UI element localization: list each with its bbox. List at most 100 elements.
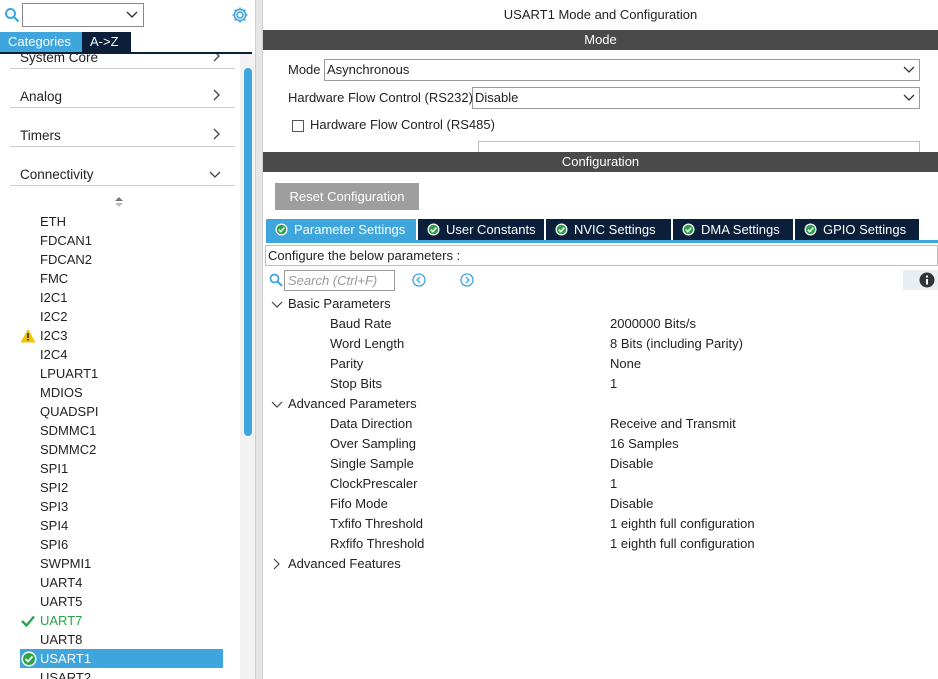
parameter-group-label: Basic Parameters xyxy=(288,296,391,311)
parameter-search-input[interactable]: Search (Ctrl+F) xyxy=(284,270,395,291)
info-panel[interactable] xyxy=(903,270,938,290)
list-item[interactable]: QUADSPI xyxy=(40,402,99,421)
group-label: Timers xyxy=(20,128,61,143)
list-item[interactable]: LPUART1 xyxy=(40,364,98,383)
parameter-row[interactable]: Word Length 8 Bits (including Parity) xyxy=(263,334,938,354)
list-item[interactable]: SDMMC1 xyxy=(40,421,96,440)
list-item-label: FDCAN1 xyxy=(40,233,93,248)
list-item-label: UART7 xyxy=(40,613,83,628)
parameter-row[interactable]: Rxfifo Threshold 1 eighth full configurat… xyxy=(263,534,938,554)
panel-splitter[interactable] xyxy=(255,0,263,679)
list-item-label: SWPMI1 xyxy=(40,556,92,571)
config-panel: USART1 Mode and Configuration Mode Mode … xyxy=(263,0,938,679)
reset-configuration-button[interactable]: Reset Configuration xyxy=(275,183,419,210)
parameter-row[interactable]: Parity None xyxy=(263,354,938,374)
list-item[interactable]: MDIOS xyxy=(40,383,83,402)
config-tabs: Parameter Settings User Constants NVIC Set… xyxy=(266,219,921,240)
parameter-group[interactable]: Advanced Features xyxy=(263,554,938,574)
group-timers[interactable]: Timers xyxy=(10,108,235,147)
category-view-tabs: Categories A->Z xyxy=(0,32,131,52)
tab-gpio-settings[interactable]: GPIO Settings xyxy=(795,219,919,240)
list-item-label: I2C4 xyxy=(40,347,68,362)
group-analog[interactable]: Analog xyxy=(10,69,235,108)
scrollbar-thumb[interactable] xyxy=(244,68,252,436)
tabs-underline xyxy=(266,240,938,243)
parameter-row[interactable]: Txfifo Threshold 1 eighth full configurat… xyxy=(263,514,938,534)
tab-parameter-settings[interactable]: Parameter Settings xyxy=(266,219,416,240)
rs485-checkbox[interactable] xyxy=(292,120,304,132)
list-item-label: SPI1 xyxy=(40,461,69,476)
chevron-down-icon xyxy=(126,11,138,18)
parameter-row[interactable]: Fifo Mode Disable xyxy=(263,494,938,514)
tab-nvic-settings[interactable]: NVIC Settings xyxy=(546,219,671,240)
list-item[interactable]: I2C3 xyxy=(20,326,67,345)
parameter-group-label: Advanced Features xyxy=(288,556,401,571)
list-item-label: USART2 xyxy=(40,670,92,679)
tab-a-to-z[interactable]: A->Z xyxy=(82,32,131,52)
list-item-label: SDMMC2 xyxy=(40,442,97,457)
list-item[interactable]: SWPMI1 xyxy=(40,554,91,573)
parameter-value: 1 eighth full configuration xyxy=(610,536,755,551)
parameter-row[interactable]: Stop Bits 1 xyxy=(263,374,938,394)
sort-icon[interactable] xyxy=(114,196,124,208)
parameter-group[interactable]: Basic Parameters xyxy=(263,294,938,314)
list-item-label: QUADSPI xyxy=(40,404,99,419)
list-item-label: LPUART1 xyxy=(40,366,99,381)
parameter-name: Rxfifo Threshold xyxy=(330,536,425,551)
list-item[interactable]: SPI2 xyxy=(40,478,68,497)
list-item[interactable]: I2C2 xyxy=(40,307,67,326)
list-item[interactable]: FDCAN2 xyxy=(40,250,92,269)
mode-select[interactable]: Asynchronous xyxy=(324,59,920,81)
parameter-row[interactable]: Single Sample Disable xyxy=(263,454,938,474)
chevron-down-icon xyxy=(209,171,221,178)
list-item[interactable]: I2C4 xyxy=(40,345,67,364)
next-match-icon[interactable] xyxy=(460,273,474,287)
mode-section-header: Mode xyxy=(263,30,938,50)
configuration-section-header: Configuration xyxy=(263,152,938,172)
list-item[interactable]: SPI1 xyxy=(40,459,68,478)
chevron-right-icon xyxy=(213,128,220,140)
previous-match-icon[interactable] xyxy=(412,273,426,287)
list-item[interactable]: SPI3 xyxy=(40,497,68,516)
list-item-label: USART1 xyxy=(40,651,92,666)
parameter-row[interactable]: ClockPrescaler 1 xyxy=(263,474,938,494)
list-item[interactable]: SPI4 xyxy=(40,516,68,535)
tab-user-constants[interactable]: User Constants xyxy=(418,219,544,240)
group-system-core[interactable]: System Core xyxy=(10,54,235,69)
list-item[interactable]: FDCAN1 xyxy=(40,231,92,250)
mode-extra-field[interactable] xyxy=(478,141,920,152)
mode-label: Mode xyxy=(288,62,321,77)
list-item[interactable]: ETH xyxy=(40,212,66,231)
tab-dma-settings[interactable]: DMA Settings xyxy=(673,219,793,240)
list-item-label: UART4 xyxy=(40,575,83,590)
tab-categories[interactable]: Categories xyxy=(0,32,82,52)
rs485-label: Hardware Flow Control (RS485) xyxy=(310,117,495,132)
parameter-value: 1 eighth full configuration xyxy=(610,516,755,531)
list-item[interactable]: UART7 xyxy=(21,611,83,630)
list-item[interactable]: SPI6 xyxy=(40,535,68,554)
parameter-group[interactable]: Advanced Parameters xyxy=(263,394,938,414)
list-item-label: UART5 xyxy=(40,594,83,609)
flow-control-rs232-select[interactable]: Disable xyxy=(472,87,920,109)
group-connectivity[interactable]: Connectivity xyxy=(10,147,235,186)
list-item[interactable]: UART5 xyxy=(40,592,82,611)
category-search-combo[interactable] xyxy=(22,3,144,27)
list-item[interactable]: USART2 xyxy=(40,668,91,679)
list-item-label: FMC xyxy=(40,271,69,286)
parameter-row[interactable]: Data Direction Receive and Transmit xyxy=(263,414,938,434)
chevron-right-icon xyxy=(213,89,220,101)
list-item[interactable]: I2C1 xyxy=(40,288,67,307)
list-item[interactable]: SDMMC2 xyxy=(40,440,96,459)
list-item[interactable]: USART1 xyxy=(20,649,223,668)
list-item[interactable]: UART8 xyxy=(40,630,82,649)
check-circle-icon xyxy=(427,223,440,236)
gear-icon[interactable] xyxy=(231,6,249,24)
parameter-row[interactable]: Baud Rate 2000000 Bits/s xyxy=(263,314,938,334)
list-item[interactable]: FMC xyxy=(40,269,68,288)
parameter-row[interactable]: Over Sampling 16 Samples xyxy=(263,434,938,454)
search-icon[interactable] xyxy=(4,7,20,23)
parameter-name: ClockPrescaler xyxy=(330,476,418,491)
parameter-name: Over Sampling xyxy=(330,436,416,451)
parameter-name: Txfifo Threshold xyxy=(330,516,423,531)
list-item[interactable]: UART4 xyxy=(40,573,82,592)
